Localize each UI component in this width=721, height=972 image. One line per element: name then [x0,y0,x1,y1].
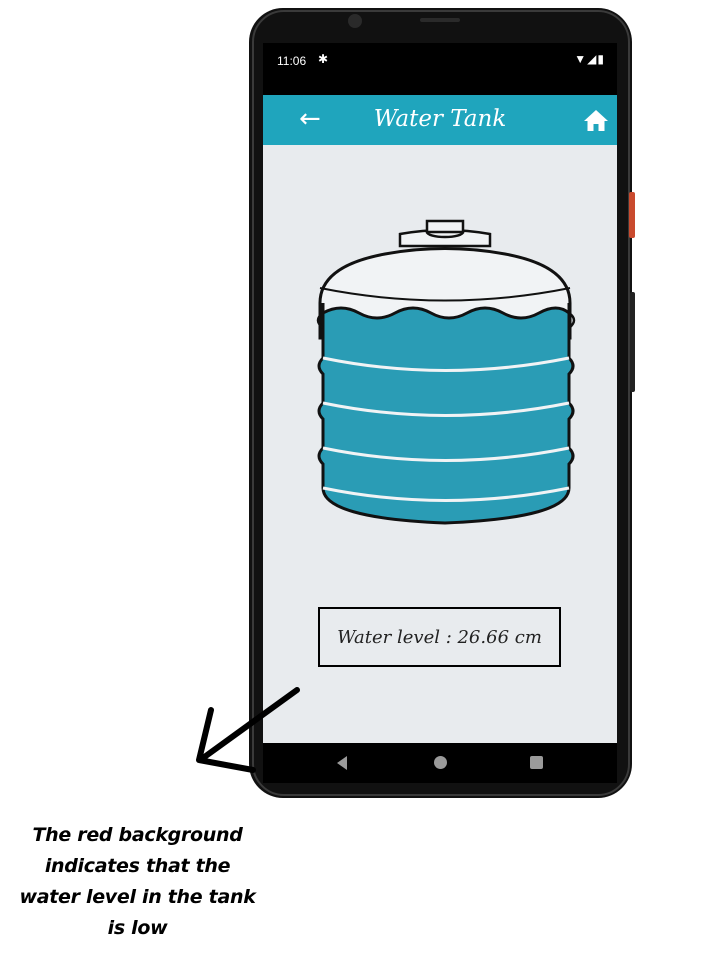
power-button [629,192,635,238]
status-icons: ▼◢▮ [574,52,605,66]
earpiece-speaker [420,18,460,22]
page-title: Water Tank [373,106,507,132]
status-time: 11:06 [277,54,307,68]
caption-line: indicates that the [44,855,231,877]
signal-icon: ◢ [587,52,598,66]
wifi-icon: ▼ [574,52,588,66]
water-level-readout: Water level : 26.66 cm [318,607,561,667]
front-camera [348,14,362,28]
annotation-caption: The red background indicates that the wa… [0,820,275,944]
nav-recents-icon[interactable] [530,756,543,769]
home-icon[interactable] [583,108,609,132]
battery-icon: ▮ [597,52,605,66]
caption-line: water level in the tank [19,886,256,908]
caption-line: is low [107,917,168,939]
gear-icon: ✱ [318,52,329,66]
water-tank-illustration [316,219,576,525]
status-bar: 11:06 ✱ ▼◢▮ [263,43,617,95]
app-screen: 11:06 ✱ ▼◢▮ ← Water Tank Water level: 2… [263,43,617,743]
system-nav-bar [263,743,617,783]
water-level-text: Water level : 26.66 cm [337,626,542,648]
app-bar: ← Water Tank [263,95,617,145]
annotation-arrow-icon [196,687,300,773]
nav-back-icon[interactable] [337,756,347,770]
caption-line: The red background [32,824,243,846]
volume-button [630,292,635,392]
nav-home-icon[interactable] [434,756,447,769]
